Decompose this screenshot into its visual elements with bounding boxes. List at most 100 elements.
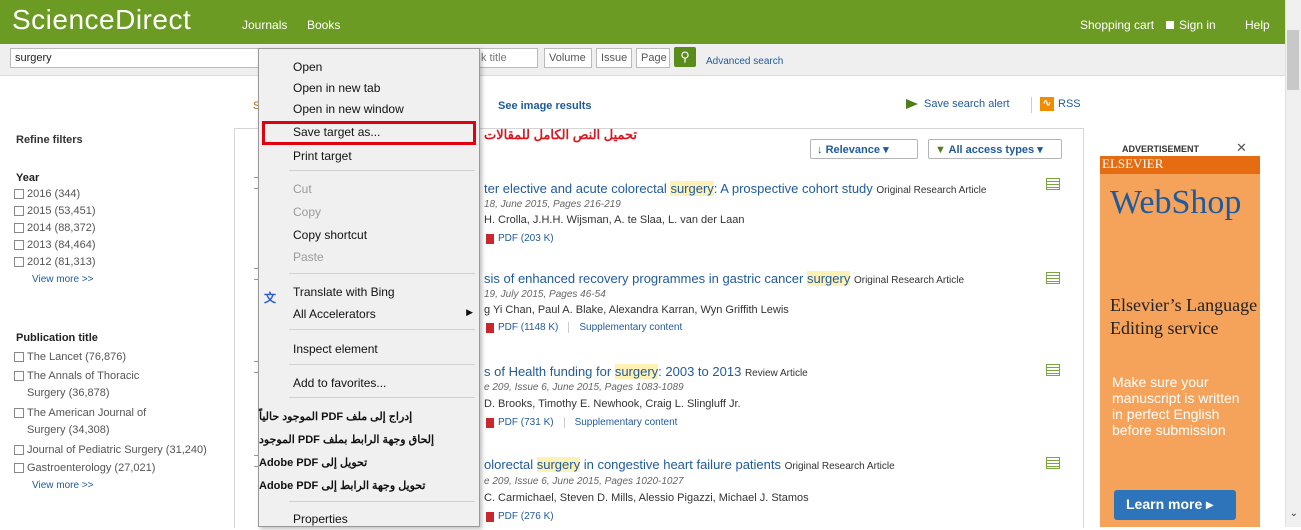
arabic-annotation: تحميل النص الكامل للمقالات — [484, 127, 638, 142]
abstract-icon[interactable] — [1046, 178, 1060, 190]
menu-print-target[interactable]: Print target — [259, 146, 479, 167]
year-filter-label: 2015 (53,451) — [27, 205, 96, 217]
pdf-link[interactable]: PDF (731 K) Supplementary content — [486, 417, 677, 428]
scrollbar-thumb[interactable] — [1287, 30, 1299, 90]
result-title-3[interactable]: s of Health funding for surgery: 2003 to… — [484, 364, 808, 379]
year-view-more-link[interactable]: View more >> — [32, 274, 94, 285]
learn-more-button[interactable]: Learn more ▸ — [1114, 490, 1236, 520]
save-search-alert[interactable]: Save search alert — [906, 98, 1010, 110]
menu-pdf-append-link[interactable]: إلحاق وجهة الرابط بملف PDF الموجود — [259, 430, 479, 451]
pub-filter-label: Gastroenterology (27,021) — [27, 462, 156, 474]
pub-filter-american-journal-surgery[interactable]: The American Journal of Surgery (34,308) — [14, 405, 179, 439]
checkbox[interactable] — [14, 445, 24, 455]
menu-separator — [289, 273, 475, 274]
nav-journals[interactable]: Journals — [242, 18, 287, 32]
year-filter-2014[interactable]: 2014 (88,372) — [14, 222, 96, 234]
advanced-search-link[interactable]: Advanced search — [706, 56, 783, 67]
abstract-icon[interactable] — [1046, 364, 1060, 376]
issue-input[interactable]: Issue — [596, 48, 632, 68]
result-title-text: in congestive heart failure patients — [580, 457, 782, 472]
checkbox[interactable] — [14, 408, 24, 418]
result-authors: C. Carmichael, Steven D. Mills, Alessio … — [484, 492, 809, 504]
result-title-text: : 2003 to 2013 — [658, 364, 742, 379]
menu-open-new-window[interactable]: Open in new window — [259, 99, 479, 120]
advertisement-label: ADVERTISEMENT — [1122, 144, 1200, 154]
menu-convert-adobe-pdf[interactable]: تحويل إلى Adobe PDF — [259, 453, 479, 474]
pub-filter-gastroenterology[interactable]: Gastroenterology (27,021) — [14, 462, 214, 474]
pdf-link[interactable]: PDF (203 K) — [486, 233, 554, 244]
menu-pdf-append-existing[interactable]: إدراج إلى ملف PDF الموجود حالياً — [259, 407, 479, 428]
chevron-right-icon: ▸ — [1206, 496, 1214, 512]
relevance-label: Relevance — [825, 144, 880, 156]
pdf-icon — [486, 233, 494, 244]
pdf-icon — [486, 511, 494, 522]
pub-filter-lancet[interactable]: The Lancet (76,876) — [14, 351, 214, 363]
checkbox[interactable] — [14, 463, 24, 473]
advertisement-banner[interactable]: ELSEVIER WebShop Elsevier’s Language Edi… — [1100, 156, 1260, 527]
search-term-highlight: surgery — [670, 181, 714, 196]
menu-copy-shortcut[interactable]: Copy shortcut — [259, 225, 479, 246]
checkbox[interactable] — [14, 223, 24, 233]
menu-open[interactable]: Open — [259, 57, 479, 78]
webshop-logo: WebShop — [1110, 184, 1242, 221]
menu-convert-link-adobe-pdf[interactable]: تحويل وجهة الرابط إلى Adobe PDF — [259, 476, 479, 497]
access-type-filter-button[interactable]: ▼ All access types ▾ — [928, 139, 1062, 159]
pdf-label: PDF (276 K) — [498, 511, 554, 522]
nav-books[interactable]: Books — [307, 18, 340, 32]
supplementary-content-link[interactable]: Supplementary content — [568, 322, 682, 333]
page-input[interactable]: Page — [636, 48, 670, 68]
sign-in-link[interactable]: Sign in — [1166, 18, 1216, 32]
image-results-link[interactable]: See image results — [498, 100, 592, 112]
menu-all-accelerators[interactable]: All Accelerators ▶ — [259, 304, 479, 325]
result-title-2[interactable]: sis of enhanced recovery programmes in g… — [484, 271, 964, 286]
checkbox[interactable] — [14, 371, 24, 381]
ad-copy: Make sure your manuscript is written in … — [1112, 374, 1240, 438]
sciencedirect-logo[interactable]: ScienceDirect — [12, 4, 191, 36]
rss-icon: ∿ — [1040, 97, 1054, 111]
publication-view-more-link[interactable]: View more >> — [32, 480, 94, 491]
search-input[interactable]: surgery — [10, 48, 268, 68]
checkbox[interactable] — [14, 189, 24, 199]
pdf-label: PDF (203 K) — [498, 233, 554, 244]
toolbar-divider — [1031, 97, 1032, 113]
search-button[interactable]: ⚲ — [674, 47, 696, 67]
elsevier-brand: ELSEVIER — [1100, 156, 1260, 174]
checkbox[interactable] — [14, 257, 24, 267]
abstract-icon[interactable] — [1046, 457, 1060, 469]
abstract-icon[interactable] — [1046, 272, 1060, 284]
pub-filter-annals-thoracic[interactable]: The Annals of Thoracic Surgery (36,878) — [14, 368, 179, 402]
menu-open-new-tab[interactable]: Open in new tab — [259, 78, 479, 99]
result-authors: D. Brooks, Timothy E. Newhook, Craig L. … — [484, 398, 741, 410]
pub-filter-pediatric-surgery[interactable]: Journal of Pediatric Surgery (31,240) — [14, 444, 244, 456]
relevance-sort-button[interactable]: ↓ Relevance ▾ — [810, 139, 918, 159]
menu-separator — [289, 364, 475, 365]
year-filter-2013[interactable]: 2013 (84,464) — [14, 239, 96, 251]
access-type-label: All access types — [948, 144, 1035, 156]
pdf-link[interactable]: PDF (276 K) — [486, 511, 554, 522]
menu-copy: Copy — [293, 205, 322, 219]
filters-sidebar: Refine filters Year 2016 (344) 2015 (53,… — [0, 76, 230, 527]
scroll-down-arrow-icon[interactable]: ⌄ — [1290, 508, 1298, 519]
help-link[interactable]: Help — [1245, 18, 1270, 32]
supplementary-content-link[interactable]: Supplementary content — [563, 417, 677, 428]
year-filter-2016[interactable]: 2016 (344) — [14, 188, 80, 200]
checkbox[interactable] — [14, 206, 24, 216]
shopping-cart-link[interactable]: Shopping cart — [1080, 18, 1154, 32]
ad-close-icon[interactable]: ✕ — [1236, 140, 1247, 156]
pub-filter-label: The Annals of Thoracic Surgery (36,878) — [27, 370, 140, 399]
menu-translate-bing[interactable]: Translate with Bing — [259, 282, 479, 303]
checkbox[interactable] — [14, 352, 24, 362]
result-title-1[interactable]: ter elective and acute colorectal surger… — [484, 181, 986, 196]
menu-inspect-element[interactable]: Inspect element — [259, 339, 479, 360]
year-filter-2012[interactable]: 2012 (81,313) — [14, 256, 96, 268]
pdf-link[interactable]: PDF (1148 K) Supplementary content — [486, 322, 682, 333]
menu-add-favorites[interactable]: Add to favorites... — [259, 373, 479, 394]
year-filter-label: 2014 (88,372) — [27, 222, 96, 234]
result-title-4[interactable]: olorectal surgery in congestive heart fa… — [484, 457, 895, 472]
checkbox[interactable] — [14, 240, 24, 250]
ad-headline: Elsevier’s Language Editing service — [1110, 295, 1258, 338]
volume-input[interactable]: Volume — [544, 48, 592, 68]
year-filter-2015[interactable]: 2015 (53,451) — [14, 205, 96, 217]
rss-link[interactable]: ∿ RSS — [1040, 97, 1081, 111]
page-scrollbar[interactable]: ⌄ — [1285, 0, 1301, 527]
